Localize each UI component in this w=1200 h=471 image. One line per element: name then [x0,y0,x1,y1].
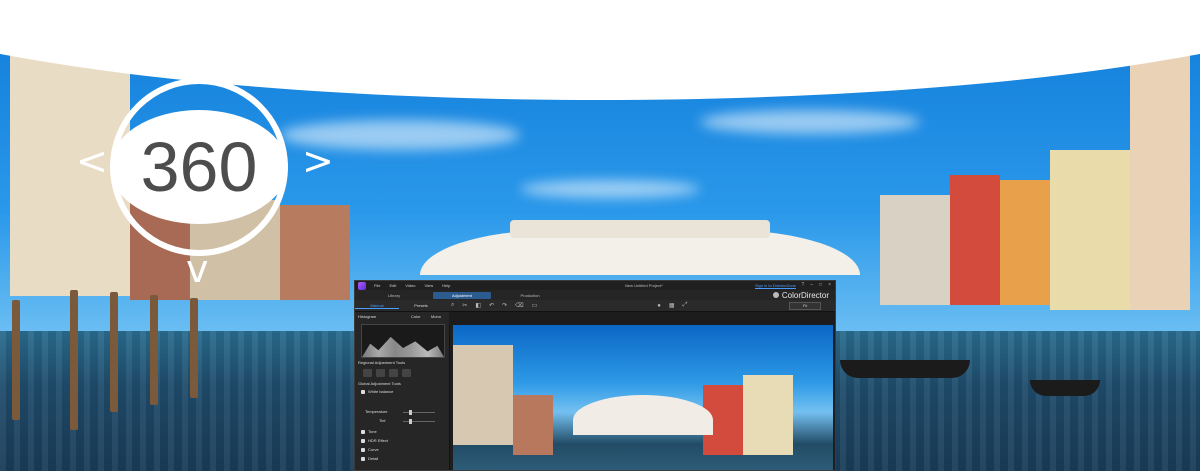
white-balance-checkbox[interactable] [361,390,365,394]
preview-building [453,345,513,445]
display-icon[interactable]: ▭ [532,302,538,309]
temperature-label: Temperature [365,409,388,414]
chevron-left-icon: < [76,139,108,183]
mooring-pole [190,298,198,398]
hdr-label: HDR Effect [368,438,388,443]
mooring-pole [110,292,118,412]
tone-checkbox[interactable] [361,430,365,434]
histogram-color-label: Color [411,314,421,319]
histogram-header[interactable]: Histogram [358,314,376,319]
menu-file[interactable]: File [374,283,380,288]
mode-bar: Library Adjustment Production [355,290,835,300]
gondola [840,360,970,378]
building-right [950,175,1000,305]
gondola [1030,380,1100,396]
photo-preview[interactable] [453,325,833,470]
global-tools-header[interactable]: Global Adjustment Tools [358,381,401,386]
menu-view[interactable]: View [425,283,434,288]
badge-360: 360 ^ v < > [70,25,334,291]
view-mode-icon[interactable]: ● [657,303,661,309]
app-logo-icon [358,281,366,290]
project-title: New Untitled Project* [625,283,663,288]
brand: ColorDirector [772,290,829,300]
brush-tool-icon[interactable] [363,369,372,377]
tab-presets[interactable]: Presets [399,303,443,308]
tone-label: Tone [368,429,377,434]
close-button[interactable]: × [828,282,831,288]
building-right [880,195,950,305]
compare-icon[interactable]: ◧ [475,302,481,309]
tint-label: Tint [379,418,386,423]
sign-in-link[interactable]: Sign in to DirectorZone [755,283,796,288]
white-balance-label: White balance [368,389,394,394]
app-window: File Edit Video View Help New Untitled P… [354,280,836,471]
tab-manual[interactable]: Manual [355,303,399,309]
radial-tool-icon[interactable] [389,369,398,377]
fullscreen-icon[interactable]: ⤢ [683,302,688,309]
mooring-pole [70,290,78,430]
mode-production[interactable]: Production [501,293,559,298]
menu-bar: File Edit Video View Help [374,283,450,288]
menu-video[interactable]: Video [405,283,415,288]
regional-tools-header[interactable]: Regional Adjustment Tools [358,360,405,365]
adjustment-panel: Histogram Color Mono Regional Adjustment… [355,312,450,470]
preview-bridge [573,395,713,435]
preview-building [743,375,793,455]
crop-icon[interactable]: ✂ [462,302,467,309]
window-controls: ? – □ × [801,282,831,288]
building-right [1000,180,1050,305]
preview-building [513,395,553,455]
menu-help[interactable]: Help [442,283,450,288]
mooring-pole [12,300,20,420]
mode-library[interactable]: Library [365,293,423,298]
brand-name: ColorDirector [781,290,829,300]
viewport-toolbar [449,312,835,325]
mooring-pole [150,295,158,405]
tint-slider[interactable] [403,419,435,424]
target-tool-icon[interactable] [402,369,411,377]
toolbar: Manual Presets ⌕ ✂ ◧ ↶ ↷ ⌫ ▭ ● ▦ ⤢ Fit [355,300,835,312]
brand-logo-icon [772,292,779,298]
detail-checkbox[interactable] [361,457,365,461]
search-icon[interactable]: ⌕ [451,302,454,309]
zoom-select[interactable]: Fit [789,302,821,310]
help-button[interactable]: ? [801,282,804,288]
delete-icon[interactable]: ⌫ [515,302,523,309]
redo-icon[interactable]: ↷ [502,302,507,309]
mode-adjustment[interactable]: Adjustment [433,291,491,299]
building-right [1050,150,1130,310]
histogram [361,324,445,358]
minimize-button[interactable]: – [810,282,813,288]
grid-icon[interactable]: ▦ [669,302,675,309]
chevron-right-icon: > [302,139,334,183]
cloud [520,180,700,198]
chevron-up-icon: ^ [186,25,218,69]
badge-label: 360 [140,128,258,206]
maximize-button[interactable]: □ [819,282,822,288]
detail-label: Detail [368,456,379,461]
temperature-slider[interactable] [403,410,435,415]
menu-edit[interactable]: Edit [389,283,396,288]
cloud [700,110,920,134]
histogram-mode-value[interactable]: Mono [431,314,441,319]
curve-checkbox[interactable] [361,448,365,452]
chevron-down-icon: v [186,247,209,291]
title-bar: File Edit Video View Help New Untitled P… [355,281,835,290]
undo-icon[interactable]: ↶ [489,302,494,309]
gradient-tool-icon[interactable] [376,369,385,377]
curve-label: Curve [368,447,379,452]
hdr-checkbox[interactable] [361,439,365,443]
